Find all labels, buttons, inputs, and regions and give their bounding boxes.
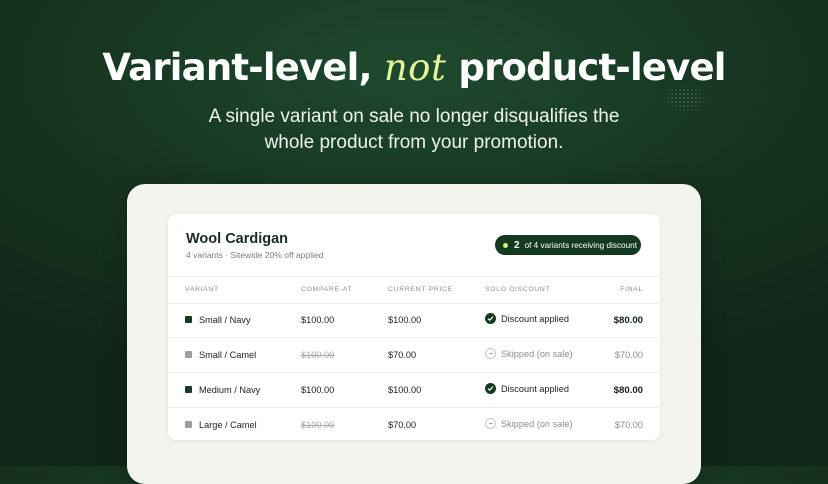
product-card: Wool Cardigan 4 variants · Sitewide 20% … bbox=[168, 214, 660, 440]
discount-status: Discount applied bbox=[485, 383, 569, 394]
compare-at-price: $100.00 bbox=[301, 385, 335, 395]
variant-name: Small / Navy bbox=[199, 315, 251, 325]
column-header-final: FINAL bbox=[620, 286, 643, 293]
final-price: $80.00 bbox=[613, 385, 643, 396]
discount-status: Discount applied bbox=[485, 313, 569, 324]
current-price: $70.00 bbox=[388, 420, 417, 430]
current-price: $100.00 bbox=[388, 385, 422, 395]
discount-status-label: Skipped (on sale) bbox=[501, 348, 573, 359]
table-row: Large / Camel $100.00 $70.00 Skipped (on… bbox=[168, 408, 660, 440]
discount-status: Skipped (on sale) bbox=[485, 348, 573, 359]
final-price: $70.00 bbox=[614, 420, 643, 430]
hero-subtitle-line2: whole product from your promotion. bbox=[264, 132, 564, 153]
table-row: Small / Camel $100.00 $70.00 Skipped (on… bbox=[168, 338, 660, 373]
variant-swatch-icon bbox=[185, 421, 192, 428]
product-subtitle: 4 variants · Sitewide 20% off applied bbox=[186, 250, 324, 260]
column-header-solo-discount: SOLO DISCOUNT bbox=[485, 286, 551, 293]
final-price: $80.00 bbox=[613, 315, 643, 326]
badge-text: of 4 variants receiving discount bbox=[524, 240, 637, 250]
status-dot-icon bbox=[503, 242, 508, 248]
final-price: $70.00 bbox=[614, 350, 643, 360]
hero-title-accent: not bbox=[383, 46, 447, 89]
variant-name: Small / Camel bbox=[199, 350, 257, 360]
variant-name: Large / Camel bbox=[199, 420, 257, 430]
column-header-current-price: CURRENT PRICE bbox=[388, 286, 453, 293]
minus-circle-icon bbox=[485, 348, 496, 359]
minus-circle-icon bbox=[485, 418, 496, 429]
hero-title: Variant-level, not product-level bbox=[0, 44, 828, 92]
variant-swatch-icon bbox=[185, 316, 192, 323]
compare-at-price: $100.00 bbox=[301, 350, 335, 360]
discount-status: Skipped (on sale) bbox=[485, 418, 573, 429]
column-header-variant: VARIANT bbox=[185, 286, 219, 293]
check-circle-icon bbox=[485, 313, 496, 324]
product-title: Wool Cardigan bbox=[186, 231, 289, 247]
table-row: Small / Navy $100.00 $100.00 Discount ap… bbox=[168, 303, 660, 338]
hero-subtitle: A single variant on sale no longer disqu… bbox=[0, 104, 828, 156]
discount-status-badge: 2 of 4 variants receiving discount bbox=[495, 235, 641, 255]
check-circle-icon bbox=[485, 383, 496, 394]
discount-status-label: Discount applied bbox=[501, 383, 569, 394]
variant-swatch-icon bbox=[185, 386, 192, 393]
hero-title-part2: product-level bbox=[446, 46, 726, 89]
badge-count: 2 bbox=[514, 239, 520, 251]
table-header: VARIANT COMPARE-AT CURRENT PRICE SOLO DI… bbox=[168, 276, 660, 304]
variant-name: Medium / Navy bbox=[199, 385, 261, 395]
variant-swatch-icon bbox=[185, 351, 192, 358]
hero-subtitle-line1: A single variant on sale no longer disqu… bbox=[208, 106, 620, 127]
hero-title-part1: Variant-level, bbox=[102, 46, 384, 89]
compare-at-price: $100.00 bbox=[301, 315, 335, 325]
discount-status-label: Discount applied bbox=[501, 313, 569, 324]
current-price: $70.00 bbox=[388, 350, 417, 360]
compare-at-price: $100.00 bbox=[301, 420, 335, 430]
column-header-compare-at: COMPARE-AT bbox=[301, 286, 353, 293]
current-price: $100.00 bbox=[388, 315, 422, 325]
discount-status-label: Skipped (on sale) bbox=[501, 418, 573, 429]
table-row: Medium / Navy $100.00 $100.00 Discount a… bbox=[168, 373, 660, 408]
